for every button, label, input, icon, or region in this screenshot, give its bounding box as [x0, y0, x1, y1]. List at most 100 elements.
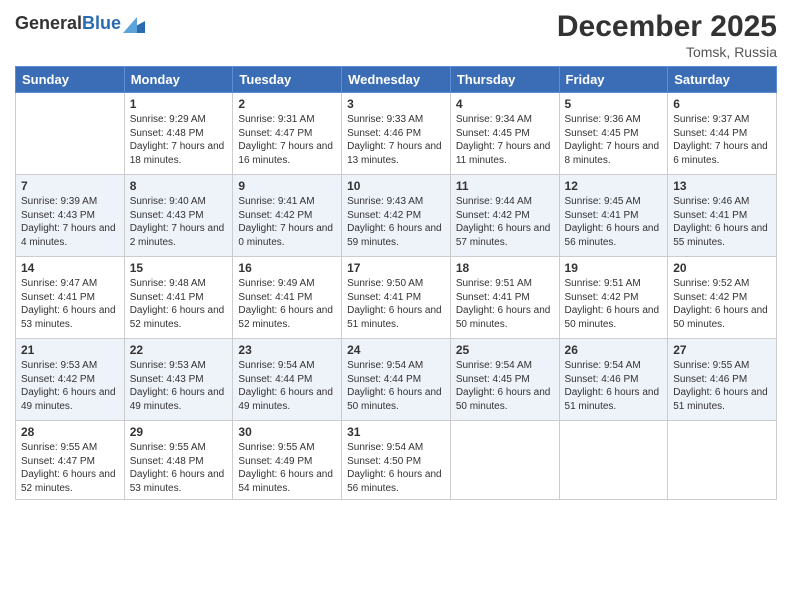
calendar-cell: 18 Sunrise: 9:51 AMSunset: 4:41 PMDayligh… — [450, 257, 559, 339]
cell-info: Sunrise: 9:45 AMSunset: 4:41 PMDaylight:… — [565, 195, 663, 249]
weekday-header-friday: Friday — [559, 67, 668, 93]
weekday-header-wednesday: Wednesday — [342, 67, 451, 93]
day-number: 14 — [21, 261, 119, 275]
cell-info: Sunrise: 9:39 AMSunset: 4:43 PMDaylight:… — [21, 195, 119, 249]
calendar-cell: 15 Sunrise: 9:48 AMSunset: 4:41 PMDayligh… — [124, 257, 233, 339]
calendar-cell — [16, 93, 125, 175]
day-number: 17 — [347, 261, 445, 275]
calendar-cell: 6 Sunrise: 9:37 AMSunset: 4:44 PMDaylight… — [668, 93, 777, 175]
cell-info: Sunrise: 9:54 AMSunset: 4:46 PMDaylight:… — [565, 359, 663, 413]
day-number: 27 — [673, 343, 771, 357]
calendar-cell: 20 Sunrise: 9:52 AMSunset: 4:42 PMDayligh… — [668, 257, 777, 339]
day-number: 25 — [456, 343, 554, 357]
cell-info: Sunrise: 9:29 AMSunset: 4:48 PMDaylight:… — [130, 113, 228, 167]
weekday-header-sunday: Sunday — [16, 67, 125, 93]
weekday-header-saturday: Saturday — [668, 67, 777, 93]
cell-info: Sunrise: 9:33 AMSunset: 4:46 PMDaylight:… — [347, 113, 445, 167]
cell-info: Sunrise: 9:47 AMSunset: 4:41 PMDaylight:… — [21, 277, 119, 331]
day-number: 18 — [456, 261, 554, 275]
day-number: 24 — [347, 343, 445, 357]
day-number: 7 — [21, 179, 119, 193]
cell-info: Sunrise: 9:52 AMSunset: 4:42 PMDaylight:… — [673, 277, 771, 331]
calendar-cell: 26 Sunrise: 9:54 AMSunset: 4:46 PMDayligh… — [559, 339, 668, 421]
calendar-cell — [450, 421, 559, 500]
day-number: 29 — [130, 425, 228, 439]
day-number: 5 — [565, 97, 663, 111]
weekday-header-monday: Monday — [124, 67, 233, 93]
logo-icon — [123, 15, 145, 33]
day-number: 22 — [130, 343, 228, 357]
calendar-cell — [668, 421, 777, 500]
calendar-row: 28 Sunrise: 9:55 AMSunset: 4:47 PMDayligh… — [16, 421, 777, 500]
calendar-cell: 9 Sunrise: 9:41 AMSunset: 4:42 PMDaylight… — [233, 175, 342, 257]
calendar-cell — [559, 421, 668, 500]
cell-info: Sunrise: 9:55 AMSunset: 4:46 PMDaylight:… — [673, 359, 771, 413]
day-number: 19 — [565, 261, 663, 275]
calendar-cell: 21 Sunrise: 9:53 AMSunset: 4:42 PMDayligh… — [16, 339, 125, 421]
calendar-cell: 3 Sunrise: 9:33 AMSunset: 4:46 PMDaylight… — [342, 93, 451, 175]
calendar-subtitle: Tomsk, Russia — [557, 44, 777, 60]
calendar-cell: 31 Sunrise: 9:54 AMSunset: 4:50 PMDayligh… — [342, 421, 451, 500]
cell-info: Sunrise: 9:53 AMSunset: 4:42 PMDaylight:… — [21, 359, 119, 413]
weekday-header-thursday: Thursday — [450, 67, 559, 93]
calendar-row: 1Sunrise: 9:29 AMSunset: 4:48 PMDaylight… — [16, 93, 777, 175]
calendar-cell: 13Sunrise: 9:46 AMSunset: 4:41 PMDayligh… — [668, 175, 777, 257]
day-number: 9 — [238, 179, 336, 193]
day-number: 4 — [456, 97, 554, 111]
cell-info: Sunrise: 9:55 AMSunset: 4:47 PMDaylight:… — [21, 441, 119, 495]
calendar-cell: 2 Sunrise: 9:31 AMSunset: 4:47 PMDaylight… — [233, 93, 342, 175]
calendar-cell: 29Sunrise: 9:55 AMSunset: 4:48 PMDayligh… — [124, 421, 233, 500]
day-number: 6 — [673, 97, 771, 111]
day-number: 26 — [565, 343, 663, 357]
calendar-cell: 14 Sunrise: 9:47 AMSunset: 4:41 PMDayligh… — [16, 257, 125, 339]
calendar-cell: 7 Sunrise: 9:39 AMSunset: 4:43 PMDaylight… — [16, 175, 125, 257]
cell-info: Sunrise: 9:41 AMSunset: 4:42 PMDaylight:… — [238, 195, 336, 249]
cell-info: Sunrise: 9:54 AMSunset: 4:50 PMDaylight:… — [347, 441, 445, 495]
calendar-cell: 22 Sunrise: 9:53 AMSunset: 4:43 PMDayligh… — [124, 339, 233, 421]
weekday-header-row: SundayMondayTuesdayWednesdayThursdayFrid… — [16, 67, 777, 93]
day-number: 21 — [21, 343, 119, 357]
day-number: 10 — [347, 179, 445, 193]
calendar-container: GeneralBlue December 2025 Tomsk, Russia … — [0, 0, 792, 510]
calendar-cell: 1Sunrise: 9:29 AMSunset: 4:48 PMDaylight… — [124, 93, 233, 175]
day-number: 3 — [347, 97, 445, 111]
cell-info: Sunrise: 9:51 AMSunset: 4:41 PMDaylight:… — [456, 277, 554, 331]
cell-info: Sunrise: 9:54 AMSunset: 4:45 PMDaylight:… — [456, 359, 554, 413]
cell-info: Sunrise: 9:37 AMSunset: 4:44 PMDaylight:… — [673, 113, 771, 167]
calendar-cell: 23Sunrise: 9:54 AMSunset: 4:44 PMDayligh… — [233, 339, 342, 421]
calendar-row: 7 Sunrise: 9:39 AMSunset: 4:43 PMDaylight… — [16, 175, 777, 257]
calendar-cell: 17 Sunrise: 9:50 AMSunset: 4:41 PMDayligh… — [342, 257, 451, 339]
title-block: December 2025 Tomsk, Russia — [557, 10, 777, 60]
day-number: 8 — [130, 179, 228, 193]
cell-info: Sunrise: 9:43 AMSunset: 4:42 PMDaylight:… — [347, 195, 445, 249]
logo-general: GeneralBlue — [15, 14, 121, 34]
cell-info: Sunrise: 9:50 AMSunset: 4:41 PMDaylight:… — [347, 277, 445, 331]
calendar-cell: 16Sunrise: 9:49 AMSunset: 4:41 PMDayligh… — [233, 257, 342, 339]
cell-info: Sunrise: 9:44 AMSunset: 4:42 PMDaylight:… — [456, 195, 554, 249]
cell-info: Sunrise: 9:36 AMSunset: 4:45 PMDaylight:… — [565, 113, 663, 167]
cell-info: Sunrise: 9:55 AMSunset: 4:49 PMDaylight:… — [238, 441, 336, 495]
day-number: 15 — [130, 261, 228, 275]
calendar-row: 21 Sunrise: 9:53 AMSunset: 4:42 PMDayligh… — [16, 339, 777, 421]
day-number: 28 — [21, 425, 119, 439]
calendar-table: SundayMondayTuesdayWednesdayThursdayFrid… — [15, 66, 777, 500]
day-number: 23 — [238, 343, 336, 357]
calendar-cell: 12 Sunrise: 9:45 AMSunset: 4:41 PMDayligh… — [559, 175, 668, 257]
cell-info: Sunrise: 9:40 AMSunset: 4:43 PMDaylight:… — [130, 195, 228, 249]
logo: GeneralBlue — [15, 14, 145, 34]
calendar-row: 14 Sunrise: 9:47 AMSunset: 4:41 PMDayligh… — [16, 257, 777, 339]
calendar-cell: 4 Sunrise: 9:34 AMSunset: 4:45 PMDaylight… — [450, 93, 559, 175]
cell-info: Sunrise: 9:34 AMSunset: 4:45 PMDaylight:… — [456, 113, 554, 167]
cell-info: Sunrise: 9:48 AMSunset: 4:41 PMDaylight:… — [130, 277, 228, 331]
day-number: 12 — [565, 179, 663, 193]
day-number: 31 — [347, 425, 445, 439]
day-number: 13 — [673, 179, 771, 193]
calendar-title: December 2025 — [557, 10, 777, 44]
day-number: 30 — [238, 425, 336, 439]
day-number: 2 — [238, 97, 336, 111]
calendar-cell: 5 Sunrise: 9:36 AMSunset: 4:45 PMDaylight… — [559, 93, 668, 175]
cell-info: Sunrise: 9:31 AMSunset: 4:47 PMDaylight:… — [238, 113, 336, 167]
cell-info: Sunrise: 9:53 AMSunset: 4:43 PMDaylight:… — [130, 359, 228, 413]
day-number: 20 — [673, 261, 771, 275]
calendar-cell: 30 Sunrise: 9:55 AMSunset: 4:49 PMDayligh… — [233, 421, 342, 500]
